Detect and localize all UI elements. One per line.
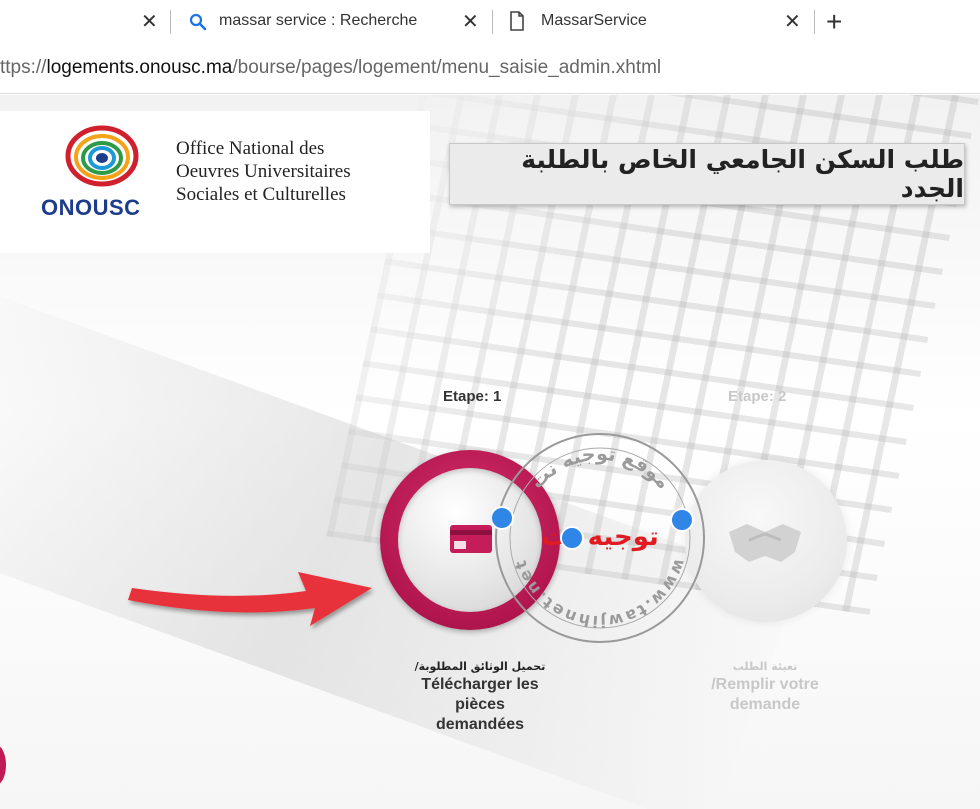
svg-text:موقع توجيه نت: موقع توجيه نت bbox=[526, 443, 674, 493]
logo-line-1: Office National des bbox=[176, 138, 325, 159]
watermark-stamp: موقع توجيه نت www.tawjihnet.net توجيه نت bbox=[492, 433, 705, 643]
url-prefix: ttps:// bbox=[0, 57, 47, 78]
watermark-bubble-icon bbox=[670, 508, 694, 532]
step-1-caption: /تحميل الوثائق المطلوبة Télécharger les … bbox=[395, 660, 565, 735]
address-bar[interactable]: ttps://logements.onousc.ma/bourse/pages/… bbox=[0, 44, 980, 94]
tab-3[interactable]: MassarService ✕ bbox=[493, 0, 813, 44]
tab-1[interactable]: ✕ bbox=[0, 0, 170, 44]
search-icon bbox=[189, 13, 207, 31]
logo-line-2: Oeuvres Universitaires bbox=[176, 161, 351, 182]
watermark-top-text: موقع توجيه نت bbox=[526, 443, 674, 493]
logo-acronym: ONOUSC bbox=[41, 195, 141, 220]
step-2-caption-french-1: /Remplir votre bbox=[711, 676, 819, 693]
browser-tab-bar: ✕ massar service : Recherche ✕ MassarSer… bbox=[0, 0, 980, 44]
step-1-caption-french-1: Télécharger les bbox=[421, 676, 539, 693]
watermark-bubble-icon bbox=[492, 506, 514, 530]
watermark-bubble-icon bbox=[560, 526, 584, 550]
tab-3-close-icon[interactable]: ✕ bbox=[784, 12, 801, 32]
onousc-logo-icon bbox=[65, 125, 139, 187]
tab-separator bbox=[814, 10, 815, 34]
step-2-caption: تعبئة الطلب /Remplir votre demande bbox=[682, 660, 848, 715]
step-1-caption-french-3: demandées bbox=[435, 716, 525, 733]
step-1-caption-french-2: pièces bbox=[455, 696, 505, 713]
step-2-caption-french-2: demande bbox=[729, 696, 801, 713]
red-arrow-icon bbox=[128, 572, 372, 626]
tab-2-title: massar service : Recherche bbox=[219, 12, 418, 29]
edge-decoration bbox=[0, 745, 6, 785]
tab-3-title: MassarService bbox=[541, 12, 647, 29]
tab-2[interactable]: massar service : Recherche ✕ bbox=[171, 0, 491, 44]
url-text[interactable]: ttps://logements.onousc.ma/bourse/pages/… bbox=[0, 57, 661, 79]
new-tab-icon[interactable]: + bbox=[826, 8, 842, 36]
web-page: ONOUSC Office National des Oeuvres Unive… bbox=[0, 95, 980, 809]
logo-full-name: Office National des Oeuvres Universitair… bbox=[176, 137, 351, 206]
page-title-banner: طلب السكن الجامعي الخاص بالطلبة الجدد bbox=[449, 143, 965, 205]
step-2-button[interactable] bbox=[685, 460, 847, 622]
tab-1-close-icon[interactable]: ✕ bbox=[141, 12, 158, 32]
page-icon bbox=[510, 11, 524, 31]
url-host: logements.onousc.ma bbox=[46, 57, 233, 78]
onousc-logo: ONOUSC Office National des Oeuvres Unive… bbox=[0, 111, 430, 253]
tab-2-close-icon[interactable]: ✕ bbox=[462, 12, 479, 32]
step-1-label: Etape: 1 bbox=[443, 388, 502, 405]
watermark-center-text: توجيه نت bbox=[541, 522, 659, 552]
step-2-caption-arabic: تعبئة الطلب bbox=[732, 660, 798, 673]
step-1-caption-arabic: /تحميل الوثائق المطلوبة bbox=[414, 660, 546, 673]
handshake-icon bbox=[729, 524, 801, 562]
step-2-label: Etape: 2 bbox=[728, 388, 787, 405]
document-card-icon bbox=[450, 525, 492, 553]
url-path: /bourse/pages/logement/menu_saisie_admin… bbox=[232, 57, 662, 78]
logo-line-3: Sociales et Culturelles bbox=[176, 184, 346, 205]
